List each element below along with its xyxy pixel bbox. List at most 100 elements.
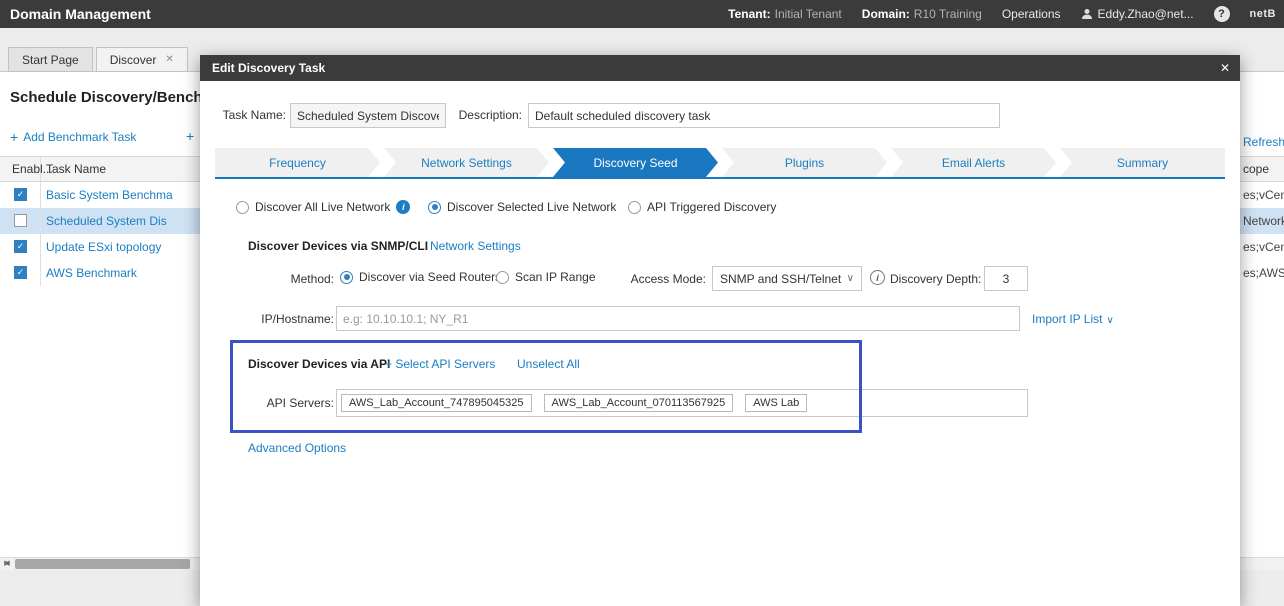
discovery-depth-input[interactable]	[984, 266, 1028, 291]
network-settings-link[interactable]: Network Settings	[430, 239, 521, 253]
add-benchmark-task-link[interactable]: + Add Benchmark Task	[10, 130, 136, 144]
radio-icon	[496, 271, 509, 284]
help-icon[interactable]: ?	[1214, 6, 1230, 22]
method-label: Method:	[200, 272, 334, 286]
wizard-steps: Frequency Network Settings Discovery See…	[215, 148, 1225, 177]
close-icon[interactable]: ✕	[1220, 61, 1230, 75]
check-icon: ✓	[17, 267, 25, 277]
radio-api-triggered-discovery[interactable]: API Triggered Discovery	[628, 200, 776, 214]
radio-icon	[628, 201, 641, 214]
user-name: Eddy.Zhao@net...	[1098, 7, 1194, 21]
tab-start-page-label: Start Page	[22, 53, 79, 67]
step-discovery-seed[interactable]: Discovery Seed	[553, 148, 718, 177]
chevron-down-icon: ∨	[1106, 315, 1113, 326]
import-ip-list-label: Import IP List	[1032, 312, 1102, 326]
access-mode-label: Access Mode:	[600, 272, 706, 286]
plus-icon: +	[10, 131, 18, 143]
radio-icon	[236, 201, 249, 214]
tab-start-page[interactable]: Start Page	[8, 47, 93, 72]
netbrain-logo: netB	[1250, 8, 1276, 20]
step-network-settings[interactable]: Network Settings	[384, 148, 549, 177]
api-servers-label: API Servers:	[230, 396, 334, 410]
domain-info: Domain: R10 Training	[862, 7, 982, 21]
api-server-chip[interactable]: AWS Lab	[745, 394, 807, 412]
api-server-chip[interactable]: AWS_Lab_Account_070113567925	[544, 394, 734, 412]
active-step-underline	[215, 177, 1225, 179]
task-scope: es;vCent	[1243, 240, 1284, 254]
step-email-alerts[interactable]: Email Alerts	[891, 148, 1056, 177]
enabled-checkbox[interactable]: ✓	[14, 266, 27, 279]
add-discovery-task-link-partial[interactable]: +	[186, 130, 194, 142]
radio-icon-selected	[340, 271, 353, 284]
radio-discover-selected-live-network[interactable]: Discover Selected Live Network	[428, 200, 616, 214]
scrollbar-thumb[interactable]	[15, 559, 190, 569]
task-name-link[interactable]: Update ESxi topology	[46, 240, 161, 254]
radio-label: API Triggered Discovery	[647, 200, 776, 214]
advanced-options-link[interactable]: Advanced Options	[248, 441, 346, 455]
column-divider	[40, 260, 41, 286]
import-ip-list-link[interactable]: Import IP List ∨	[1032, 312, 1114, 326]
dialog-header[interactable]: Edit Discovery Task ✕	[200, 55, 1240, 81]
access-mode-select[interactable]: SNMP and SSH/Telnet ∨	[712, 266, 862, 291]
tenant-value: Initial Tenant	[775, 7, 842, 21]
tenant-info: Tenant:Initial Tenant	[728, 7, 842, 21]
radio-discover-all-live-network[interactable]: Discover All Live Network i	[236, 200, 410, 214]
dialog-body: Task Name: Description: Frequency Networ…	[200, 81, 1240, 606]
description-input[interactable]	[528, 103, 1000, 128]
operations-menu[interactable]: Operations	[1002, 7, 1061, 21]
description-label: Description:	[452, 108, 522, 122]
enabled-checkbox[interactable]: ✓	[14, 240, 27, 253]
scroll-right-icon[interactable]: ▶	[0, 558, 14, 570]
info-glyph: i	[876, 273, 879, 283]
access-mode-info-icon[interactable]: i	[870, 270, 885, 285]
task-name-input[interactable]	[290, 103, 446, 128]
tab-discover[interactable]: Discover ✕	[96, 47, 188, 72]
discovery-depth-label: Discovery Depth:	[890, 272, 978, 286]
column-header-task-name[interactable]: Task Name	[46, 162, 106, 176]
column-header-scope[interactable]: cope	[1243, 162, 1269, 176]
enabled-checkbox[interactable]	[14, 214, 27, 227]
task-scope: es;AWS_	[1243, 266, 1284, 280]
topbar: Domain Management Tenant:Initial Tenant …	[0, 0, 1284, 28]
edit-discovery-task-dialog: Edit Discovery Task ✕ Task Name: Descrip…	[200, 55, 1240, 606]
check-icon: ✓	[17, 241, 25, 251]
api-section-title: Discover Devices via API	[248, 357, 390, 371]
tab-close-icon[interactable]: ✕	[165, 54, 173, 65]
radio-label: Discover via Seed Routers	[359, 270, 501, 284]
column-divider	[40, 208, 41, 234]
select-api-servers-link[interactable]: + Select API Servers	[385, 357, 495, 371]
highlight-annotation-box	[230, 340, 862, 433]
step-frequency[interactable]: Frequency	[215, 148, 380, 177]
task-name-link[interactable]: Basic System Benchma	[46, 188, 173, 202]
add-benchmark-task-label: Add Benchmark Task	[23, 130, 136, 144]
radio-discover-via-seed-routers[interactable]: Discover via Seed Routers	[340, 270, 501, 284]
domain-value: R10 Training	[914, 7, 982, 21]
user-menu[interactable]: Eddy.Zhao@net...	[1081, 7, 1194, 21]
unselect-all-link[interactable]: Unselect All	[517, 357, 580, 371]
refresh-link[interactable]: Refresh	[1243, 135, 1284, 149]
api-servers-field[interactable]: AWS_Lab_Account_747895045325 AWS_Lab_Acc…	[336, 389, 1028, 417]
check-icon: ✓	[17, 189, 25, 199]
step-plugins[interactable]: Plugins	[722, 148, 887, 177]
info-glyph: i	[402, 202, 405, 212]
dialog-title: Edit Discovery Task	[212, 61, 325, 75]
task-name-label: Task Name:	[206, 108, 286, 122]
radio-scan-ip-range[interactable]: Scan IP Range	[496, 270, 596, 284]
page-title: Schedule Discovery/Benchm	[10, 89, 216, 106]
step-summary[interactable]: Summary	[1060, 148, 1225, 177]
column-divider	[40, 182, 41, 208]
help-glyph: ?	[1218, 8, 1225, 20]
task-name-link[interactable]: Scheduled System Dis	[46, 214, 167, 228]
snmp-section-title: Discover Devices via SNMP/CLI	[248, 239, 428, 253]
enabled-checkbox[interactable]: ✓	[14, 188, 27, 201]
domain-label: Domain:	[862, 7, 910, 21]
plus-icon: +	[186, 130, 194, 142]
radio-icon-selected	[428, 201, 441, 214]
task-scope: es;vCent	[1243, 188, 1284, 202]
ip-hostname-input[interactable]	[336, 306, 1020, 331]
info-icon[interactable]: i	[396, 200, 410, 214]
user-icon	[1081, 8, 1093, 20]
task-name-link[interactable]: AWS Benchmark	[46, 266, 137, 280]
api-server-chip[interactable]: AWS_Lab_Account_747895045325	[341, 394, 532, 412]
app-title: Domain Management	[10, 6, 151, 22]
